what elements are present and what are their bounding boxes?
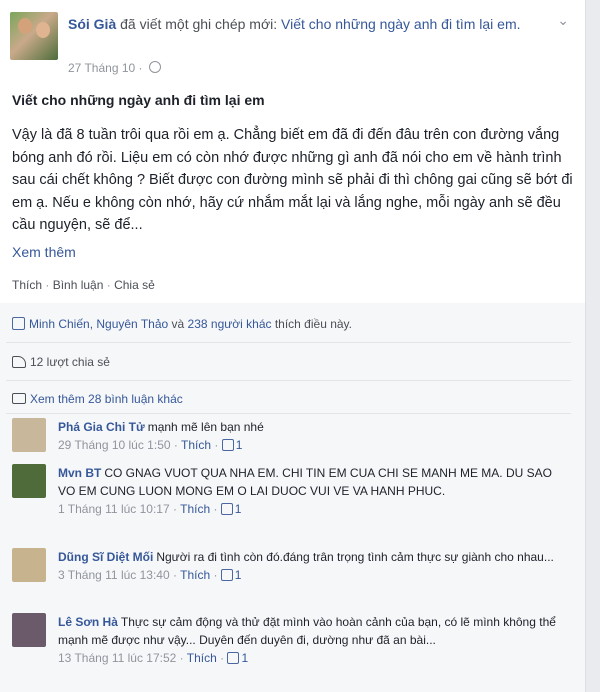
- commenter-name[interactable]: Lê Sơn Hà: [58, 615, 118, 629]
- thumbs-up-icon: [221, 439, 234, 451]
- commenter-name[interactable]: Dũng Sĩ Diệt Mối: [58, 550, 153, 564]
- commenter-name[interactable]: Mvn BT: [58, 466, 101, 480]
- comment-like-link[interactable]: Thích: [180, 568, 210, 582]
- likes-summary: Minh Chiến, Nguyên Thảo và 238 người khá…: [12, 317, 352, 331]
- shares-summary[interactable]: 12 lượt chia sẻ: [12, 355, 110, 369]
- note-title-link[interactable]: Viết cho những ngày anh đi tìm lại em.: [281, 16, 520, 32]
- commenter-avatar[interactable]: [12, 418, 46, 452]
- comment-meta: 29 Tháng 10 lúc 1:50 · Thích · 1: [58, 438, 243, 452]
- commenter-avatar[interactable]: [12, 464, 46, 498]
- author-avatar[interactable]: [10, 12, 58, 60]
- comment-like-count[interactable]: 1: [235, 568, 242, 582]
- thumbs-up-icon: [220, 503, 233, 515]
- view-more-comments[interactable]: Xem thêm 28 bình luận khác: [12, 392, 183, 406]
- post-action-text: đã viết một ghi chép mới:: [116, 16, 282, 32]
- comment-like-link[interactable]: Thích: [187, 651, 217, 665]
- commenter-avatar[interactable]: [12, 548, 46, 582]
- other-likers-link[interactable]: 238 người khác: [188, 317, 272, 331]
- share-action[interactable]: Chia sẻ: [114, 278, 155, 292]
- comment-like-count[interactable]: 1: [235, 502, 242, 516]
- commenter-avatar[interactable]: [12, 613, 46, 647]
- comment-text: Người ra đi tình còn đó.đáng trân trọng …: [156, 550, 554, 564]
- share-icon: [12, 356, 26, 368]
- comment-meta: 1 Tháng 11 lúc 10:17 · Thích · 1: [58, 502, 242, 516]
- note-excerpt: Vậy là đã 8 tuần trôi qua rồi em ạ. Chẳn…: [12, 127, 573, 233]
- comment-like-count[interactable]: 1: [236, 438, 243, 452]
- thumbs-up-icon: [227, 652, 240, 664]
- post-actions: Thích · Bình luận · Chia sẻ: [12, 278, 155, 292]
- comment-text: Thực sự cảm động và thử đặt mình vào hoà…: [58, 615, 556, 647]
- author-name-link[interactable]: Sói Già: [68, 16, 116, 32]
- note-title: Viết cho những ngày anh đi tìm lại em: [12, 92, 265, 108]
- like-action[interactable]: Thích: [12, 278, 42, 292]
- comment-like-count[interactable]: 1: [241, 651, 248, 665]
- post-timestamp[interactable]: 27 Tháng 10 ·: [68, 61, 161, 75]
- comment-text: CO GNAG VUOT QUA NHA EM. CHI TIN EM CUA …: [58, 466, 552, 498]
- post-header-text: Sói Già đã viết một ghi chép mới: Viết c…: [68, 14, 548, 34]
- comment-action[interactable]: Bình luận: [53, 278, 104, 292]
- thumbs-up-icon: [12, 317, 25, 330]
- likers-link[interactable]: Minh Chiến, Nguyên Thảo: [29, 317, 168, 331]
- news-feed-post: Sói Già đã viết một ghi chép mới: Viết c…: [0, 0, 586, 692]
- chevron-down-icon[interactable]: ⌄: [557, 12, 569, 29]
- comment-like-link[interactable]: Thích: [181, 438, 211, 452]
- post-header: Sói Già đã viết một ghi chép mới: Viết c…: [10, 10, 575, 80]
- comment-like-link[interactable]: Thích: [180, 502, 210, 516]
- comment-meta: 3 Tháng 11 lúc 13:40 · Thích · 1: [58, 568, 242, 582]
- feedback-section: Minh Chiến, Nguyên Thảo và 238 người khá…: [0, 303, 585, 692]
- globe-icon: [148, 61, 161, 73]
- comment-icon: [12, 393, 26, 404]
- see-more-link[interactable]: Xem thêm: [12, 244, 76, 260]
- comment-meta: 13 Tháng 11 lúc 17:52 · Thích · 1: [58, 651, 249, 665]
- thumbs-up-icon: [220, 569, 233, 581]
- comment-text: mạnh mẽ lên bạn nhé: [147, 420, 264, 434]
- commenter-name[interactable]: Phá Gia Chi Tử: [58, 420, 145, 434]
